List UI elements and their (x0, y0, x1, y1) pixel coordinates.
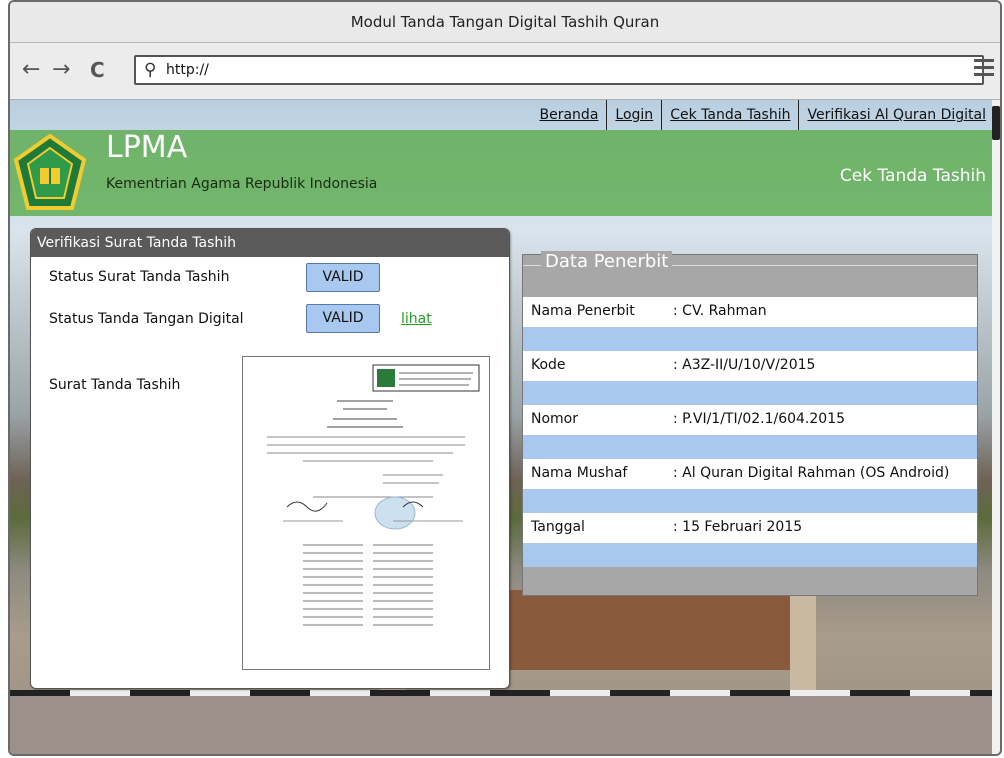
penerbit-row-kode: Kode : A3Z-II/U/10/V/2015 (523, 351, 977, 381)
verifikasi-panel: Verifikasi Surat Tanda Tashih Status Sur… (30, 228, 510, 689)
nav-beranda[interactable]: Beranda (532, 100, 607, 130)
penerbit-rows: Nama Penerbit : CV. Rahman Kode : A3Z-II… (523, 297, 977, 567)
forward-arrow-icon[interactable]: → (52, 57, 70, 83)
row-separator (523, 381, 977, 405)
row-value: : A3Z-II/U/10/V/2015 (673, 357, 816, 373)
surat-document-image[interactable] (242, 356, 490, 670)
row-separator (523, 489, 977, 513)
browser-window: Modul Tanda Tangan Digital Tashih Quran … (8, 0, 1002, 756)
row-label: Kode (531, 357, 566, 373)
row-value: : Al Quran Digital Rahman (OS Android) (673, 465, 950, 481)
row-label: Nomor (531, 411, 578, 427)
nav-verifikasi-al-quran-digital[interactable]: Verifikasi Al Quran Digital (798, 100, 994, 130)
background-ground (10, 696, 1000, 754)
site-header: LPMA Kementrian Agama Republik Indonesia… (10, 130, 1000, 216)
top-nav: Beranda Login Cek Tanda Tashih Verifikas… (532, 100, 995, 130)
surat-label: Surat Tanda Tashih (49, 377, 181, 393)
penerbit-row-mushaf: Nama Mushaf : Al Quran Digital Rahman (O… (523, 459, 977, 489)
nav-cek-tanda-tashih[interactable]: Cek Tanda Tashih (661, 100, 798, 130)
data-penerbit-title: Data Penerbit (541, 251, 673, 272)
reload-icon[interactable]: C (90, 57, 105, 83)
status-ttd-label: Status Tanda Tangan Digital (49, 311, 244, 327)
status-surat-label: Status Surat Tanda Tashih (49, 269, 230, 285)
url-text[interactable]: http:// (166, 62, 209, 78)
window-title: Modul Tanda Tangan Digital Tashih Quran (10, 2, 1000, 43)
back-arrow-icon[interactable]: ← (22, 57, 40, 83)
background-building (510, 590, 810, 670)
search-icon: ⚲ (144, 60, 157, 80)
row-label: Tanggal (531, 519, 585, 535)
address-bar[interactable]: ⚲ http:// (134, 55, 984, 85)
page-title: Cek Tanda Tashih (839, 166, 986, 186)
brand-name: LPMA (106, 130, 188, 165)
status-ttd-badge: VALID (306, 304, 380, 333)
brand-subtitle: Kementrian Agama Republik Indonesia (106, 176, 378, 192)
page-viewport: Beranda Login Cek Tanda Tashih Verifikas… (10, 100, 1000, 754)
page-scrollbar[interactable] (992, 100, 1000, 754)
row-separator (523, 543, 977, 567)
penerbit-row-nama: Nama Penerbit : CV. Rahman (523, 297, 977, 327)
row-value: : 15 Februari 2015 (673, 519, 803, 535)
lihat-link[interactable]: lihat (401, 311, 432, 327)
row-value: : CV. Rahman (673, 303, 767, 319)
status-surat-badge: VALID (306, 263, 380, 292)
document-preview (267, 364, 480, 626)
verifikasi-title: Verifikasi Surat Tanda Tashih (31, 229, 509, 257)
row-label: Nama Penerbit (531, 303, 635, 319)
scrollbar-thumb[interactable] (992, 106, 1000, 140)
row-label: Nama Mushaf (531, 465, 628, 481)
hamburger-menu-icon[interactable] (974, 59, 994, 80)
nav-login[interactable]: Login (606, 100, 661, 130)
row-separator (523, 435, 977, 459)
data-penerbit-panel: Data Penerbit Nama Penerbit : CV. Rahman… (522, 251, 978, 596)
row-separator (523, 327, 977, 351)
penerbit-row-nomor: Nomor : P.VI/1/TI/02.1/604.2015 (523, 405, 977, 435)
kemenag-logo (13, 134, 87, 210)
penerbit-row-tanggal: Tanggal : 15 Februari 2015 (523, 513, 977, 543)
row-value: : P.VI/1/TI/02.1/604.2015 (673, 411, 846, 427)
browser-toolbar: ← → C ⚲ http:// (10, 43, 1000, 100)
